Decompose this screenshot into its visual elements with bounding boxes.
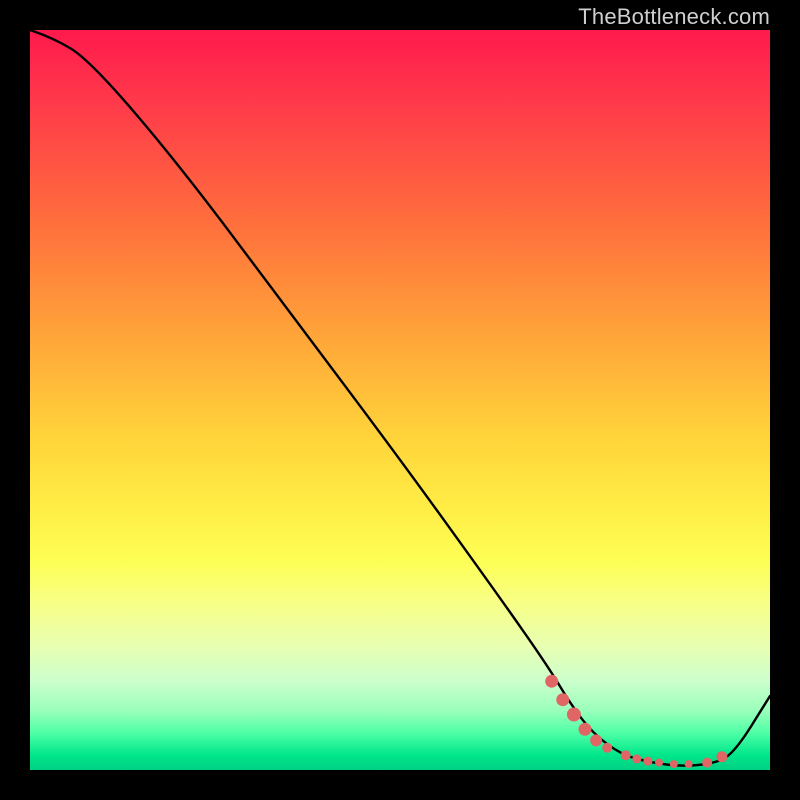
- chart-frame: TheBottleneck.com: [0, 0, 800, 800]
- chart-svg: [30, 30, 770, 770]
- marker-dot: [670, 760, 678, 768]
- marker-dot: [655, 759, 663, 767]
- marker-dot: [632, 754, 641, 763]
- marker-dots-group: [545, 675, 727, 768]
- marker-dot: [643, 757, 652, 766]
- marker-dot: [545, 675, 558, 688]
- marker-dot: [567, 708, 581, 722]
- plot-area: [30, 30, 770, 770]
- marker-dot: [716, 751, 727, 762]
- marker-dot: [579, 723, 592, 736]
- marker-dot: [621, 750, 631, 760]
- bottleneck-curve: [30, 30, 770, 766]
- marker-dot: [702, 758, 712, 768]
- marker-dot: [556, 693, 569, 706]
- marker-dot: [602, 743, 612, 753]
- marker-dot: [590, 734, 602, 746]
- watermark-text: TheBottleneck.com: [578, 4, 770, 30]
- marker-dot: [685, 760, 693, 768]
